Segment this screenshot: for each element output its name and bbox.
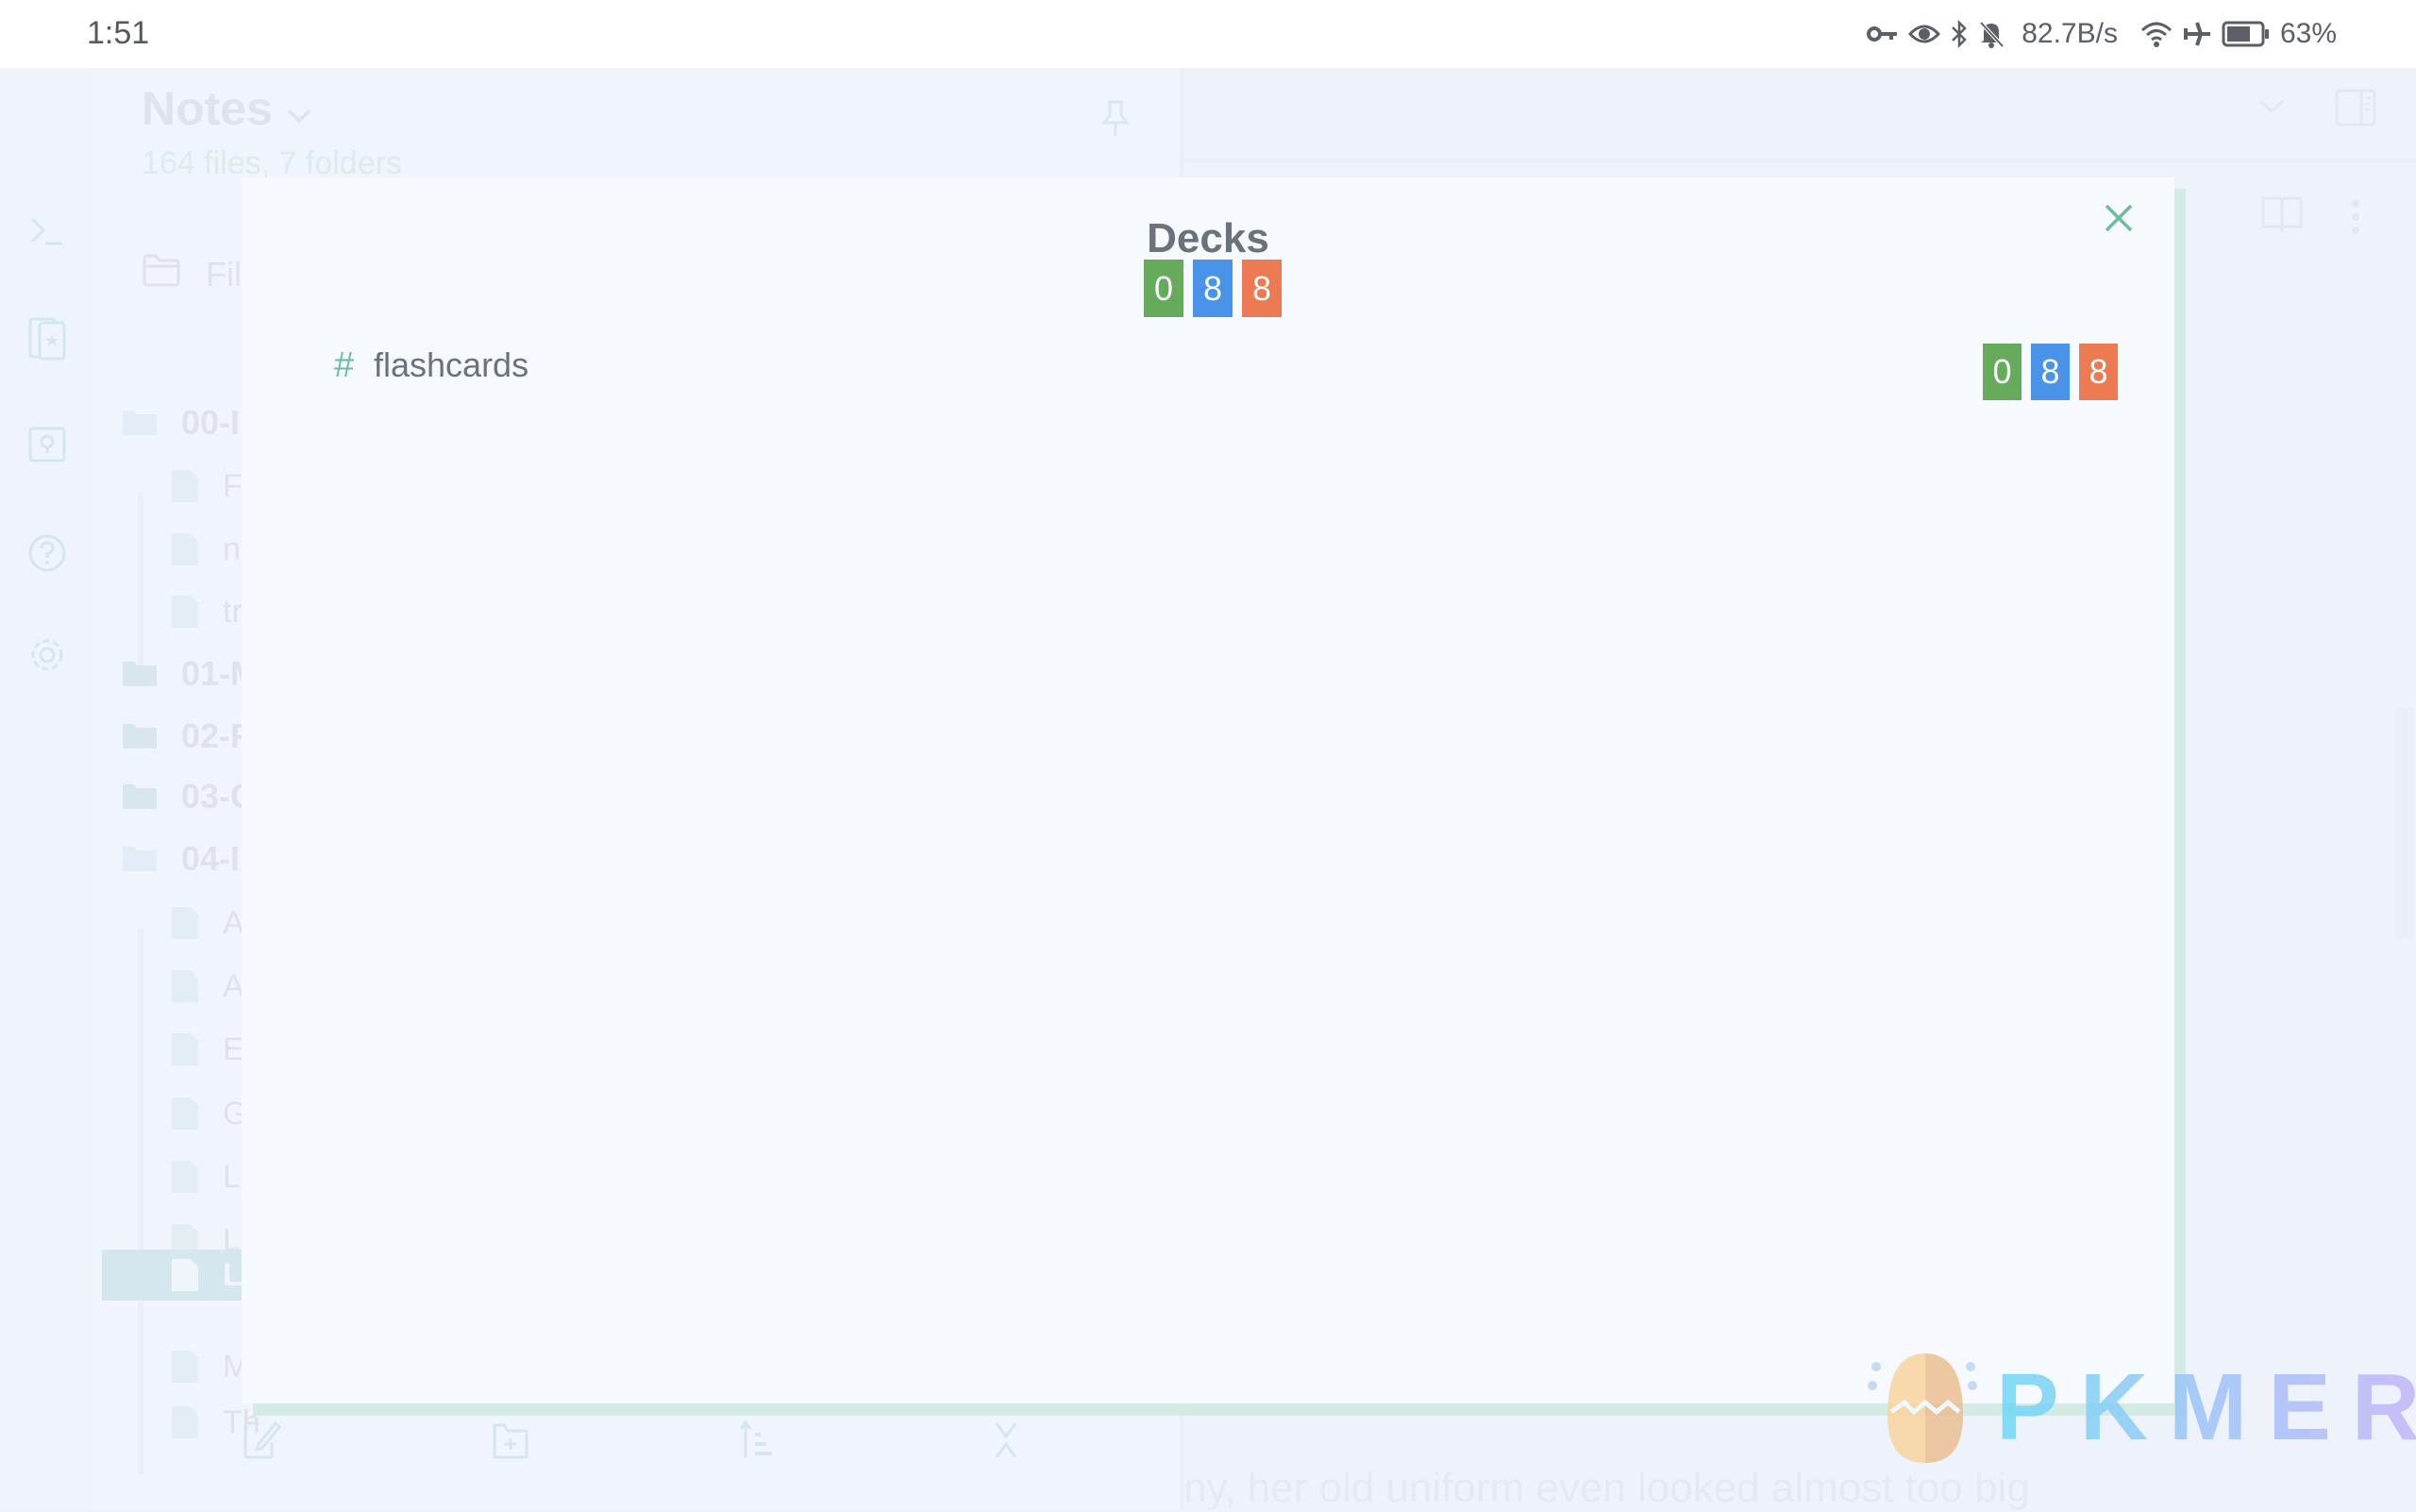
due-count-badge: 8	[2079, 344, 2118, 400]
tree-file[interactable]: G	[172, 1085, 247, 1142]
tree-folder[interactable]: 01-M	[123, 646, 259, 702]
tree-file[interactable]: A	[172, 958, 244, 1015]
new-note-icon[interactable]	[242, 1420, 283, 1461]
tree-file[interactable]: tr	[172, 583, 243, 640]
file-icon	[172, 970, 198, 1002]
terminal-icon[interactable]	[26, 210, 68, 251]
files-view-tab[interactable]: Fil	[142, 253, 242, 295]
tag-hash-icon: #	[334, 345, 355, 385]
tree-file[interactable]: A	[172, 895, 244, 951]
file-icon	[172, 1406, 198, 1438]
sort-icon[interactable]	[738, 1420, 780, 1461]
folder-icon	[123, 724, 157, 748]
folder-icon	[123, 662, 157, 686]
tree-folder[interactable]: 03-C	[123, 768, 255, 825]
battery-level: 63%	[2279, 18, 2337, 49]
file-icon	[172, 1033, 198, 1066]
modal-title: Decks	[1147, 215, 1269, 261]
reading-mode-icon[interactable]	[2261, 194, 2303, 237]
help-icon[interactable]	[26, 532, 68, 574]
deck-name-link[interactable]: flashcards	[374, 345, 528, 385]
chevron-down-icon	[286, 81, 312, 136]
left-ribbon	[0, 68, 94, 1510]
network-speed: 82.7B/s	[2022, 18, 2118, 49]
vpn-key-icon	[1867, 25, 1899, 43]
total-counts: 0 8 8	[1144, 260, 1282, 317]
file-icon	[172, 533, 198, 565]
eye-icon	[1908, 23, 1941, 45]
tree-folder[interactable]: 00-I	[123, 395, 240, 451]
tree-folder[interactable]: 02-F	[123, 708, 251, 764]
files-label: Fil	[206, 254, 242, 294]
more-options-icon[interactable]	[2350, 198, 2361, 241]
file-icon	[172, 1161, 198, 1193]
new-count-badge: 8	[1193, 260, 1233, 317]
tree-file[interactable]: M	[172, 1338, 249, 1395]
sidebar-toggle-icon[interactable]	[2335, 89, 2376, 131]
collapse-all-icon[interactable]	[985, 1420, 1027, 1461]
file-icon	[172, 907, 198, 939]
folder-open-icon	[142, 253, 181, 295]
deck-row[interactable]: # flashcards 0 8 8	[334, 332, 2118, 412]
vault-switcher[interactable]: Notes	[142, 81, 312, 136]
map-pin-book-icon[interactable]	[26, 425, 68, 466]
file-icon	[172, 1098, 198, 1130]
done-count-badge: 0	[1144, 260, 1183, 317]
egg-logo-icon	[1859, 1340, 1991, 1477]
file-icon	[172, 1259, 198, 1291]
file-icon	[172, 470, 198, 502]
status-time: 1:51	[87, 15, 150, 51]
pkmer-watermark: PKMER	[1850, 1331, 2416, 1482]
tree-folder[interactable]: 04-I	[123, 831, 240, 887]
status-bar: 1:51 82.7B/s 63%	[0, 0, 2416, 68]
pin-icon[interactable]	[1095, 98, 1136, 140]
new-count-badge: 8	[2031, 344, 2070, 400]
tab-header	[1183, 68, 2416, 162]
editor-scrollbar[interactable]	[2396, 708, 2413, 939]
folder-icon	[123, 411, 157, 435]
airplane-icon	[2182, 21, 2212, 47]
due-count-badge: 8	[1242, 260, 1282, 317]
done-count-badge: 0	[1983, 344, 2022, 400]
file-icon	[172, 596, 198, 628]
status-icons: 82.7B/s 63%	[1867, 13, 2337, 55]
folder-icon	[123, 847, 157, 871]
battery-icon	[2222, 21, 2271, 47]
modal-shadow	[2174, 189, 2186, 1416]
chevron-down-icon[interactable]	[2257, 98, 2286, 120]
bluetooth-icon	[1950, 20, 1969, 48]
wifi-icon	[2140, 21, 2173, 47]
settings-icon[interactable]	[26, 634, 68, 676]
watermark-text: PKMER	[1996, 1353, 2416, 1462]
tree-indent-guide	[138, 929, 143, 1474]
new-folder-icon[interactable]	[491, 1420, 532, 1461]
decks-modal: Decks 0 8 8 # flashcards 0 8 8	[242, 177, 2174, 1403]
vault-title: Notes	[142, 82, 273, 135]
tree-indent-guide	[138, 493, 143, 670]
flashcards-icon[interactable]	[26, 315, 68, 361]
bell-muted-icon	[1978, 20, 2005, 48]
file-icon	[172, 1351, 198, 1383]
folder-icon	[123, 784, 157, 809]
deck-counts: 0 8 8	[1983, 344, 2118, 400]
